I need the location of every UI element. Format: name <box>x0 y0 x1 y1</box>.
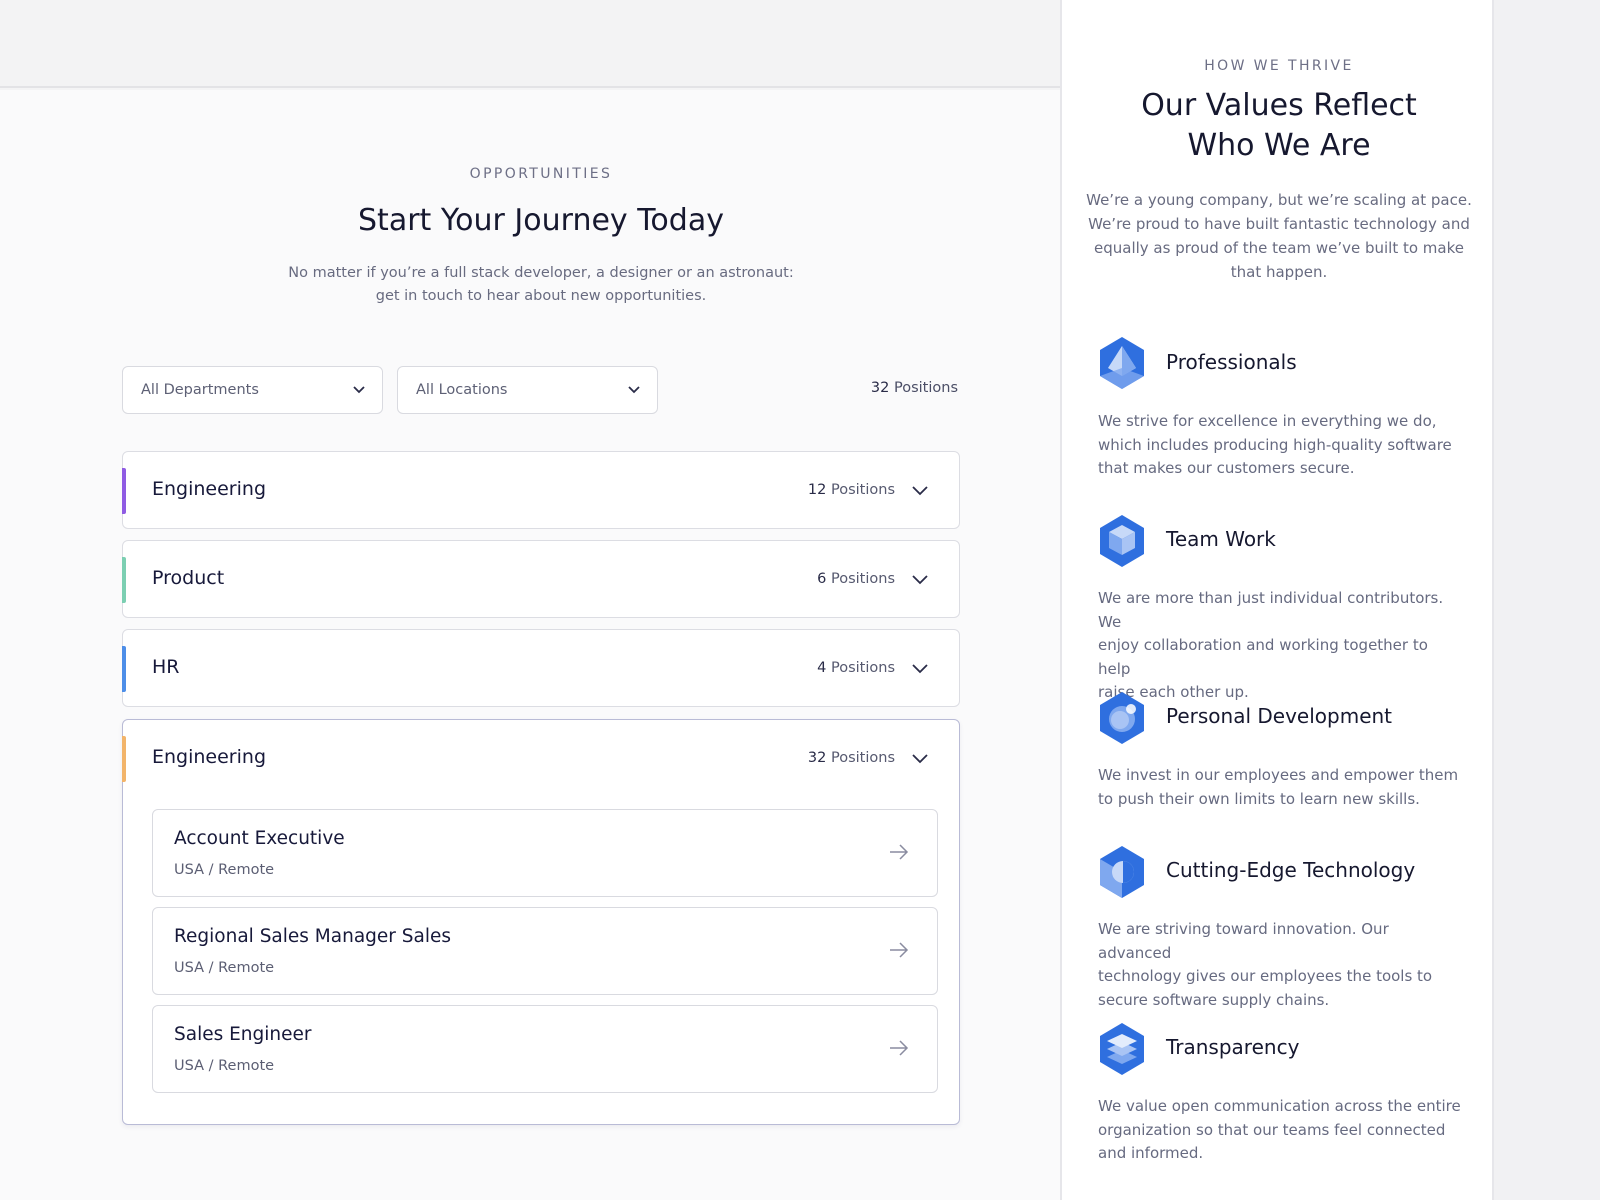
subtitle-line: get in touch to hear about new opportuni… <box>375 288 707 304</box>
cube-hex-icon <box>1100 515 1144 567</box>
chevron-down-icon <box>353 386 365 394</box>
department-accent-bar <box>121 557 126 603</box>
value-description: We strive for excellence in everything w… <box>1098 410 1464 481</box>
department-count: 32 Positions <box>808 750 895 766</box>
value-line: that makes our customers secure. <box>1098 459 1355 477</box>
arrow-right-icon[interactable] <box>889 1040 909 1056</box>
intro-line: We’re proud to have built fantastic tech… <box>1088 215 1470 233</box>
count-number: 6 <box>817 571 827 587</box>
department-count: 12 Positions <box>808 482 895 498</box>
subtitle-line: No matter if you’re a full stack develop… <box>288 265 794 281</box>
value-line: and informed. <box>1098 1144 1204 1162</box>
intro-line: that happen. <box>1230 263 1328 281</box>
values-intro: We’re a young company, but we’re scaling… <box>1079 188 1479 284</box>
department-select[interactable]: All Departments <box>122 366 383 414</box>
department-count: 6 Positions <box>817 571 895 587</box>
value-line: enjoy collaboration and working together… <box>1098 636 1428 678</box>
count-label: Positions <box>830 571 895 587</box>
value-line: technology gives our employees the tools… <box>1098 967 1433 985</box>
count-label: Positions <box>830 482 895 498</box>
value-line: raise each other up. <box>1098 683 1249 701</box>
intro-line: equally as proud of the team we’ve built… <box>1094 239 1464 257</box>
value-description: We are more than just individual contrib… <box>1098 587 1464 705</box>
count-label: Positions <box>830 660 895 676</box>
chevron-down-icon[interactable] <box>911 572 929 586</box>
department-row-product[interactable]: Product 6 Positions <box>121 540 960 618</box>
department-accent-bar <box>121 468 126 514</box>
count-number: 12 <box>807 482 827 498</box>
total-positions-count: 32 <box>870 380 890 396</box>
value-line: We are striving toward innovation. Our a… <box>1098 920 1389 962</box>
department-row-engineering[interactable]: Engineering 12 Positions <box>121 451 960 529</box>
location-select[interactable]: All Locations <box>397 366 658 414</box>
layers-hex-icon <box>1100 1023 1144 1075</box>
total-positions: 32 Positions <box>871 380 958 396</box>
value-line: We strive for excellence in everything w… <box>1098 412 1437 430</box>
value-line: organization so that our teams feel conn… <box>1098 1120 1446 1139</box>
value-line: We value open communication across the e… <box>1098 1097 1461 1115</box>
opportunities-subtitle: No matter if you’re a full stack develop… <box>241 262 841 308</box>
values-eyebrow: HOW WE THRIVE <box>1204 58 1354 74</box>
department-select-value: All Departments <box>141 382 259 398</box>
values-title-line: Who We Are <box>1187 128 1371 163</box>
value-title: Cutting-Edge Technology <box>1166 858 1416 882</box>
location-select-value: All Locations <box>416 382 508 398</box>
department-count: 4 Positions <box>817 660 895 676</box>
value-line: to push their own limits to learn new sk… <box>1098 789 1420 808</box>
value-title: Professionals <box>1166 350 1297 374</box>
count-number: 32 <box>807 750 827 766</box>
arrow-right-icon[interactable] <box>889 844 909 860</box>
job-location: USA / Remote <box>174 960 275 976</box>
chevron-down-icon[interactable] <box>911 751 929 765</box>
values-panel: HOW WE THRIVE Our Values Reflect Who We … <box>1060 0 1494 1200</box>
department-name: Engineering <box>152 478 266 500</box>
values-title-line: Our Values Reflect <box>1141 88 1417 123</box>
job-title: Account Executive <box>174 828 345 849</box>
value-description: We are striving toward innovation. Our a… <box>1098 918 1464 1012</box>
opportunities-title: Start Your Journey Today <box>358 203 724 238</box>
department-row-hr[interactable]: HR 4 Positions <box>121 629 960 707</box>
value-line: We are more than just individual contrib… <box>1098 589 1444 631</box>
moon-hex-icon <box>1100 846 1144 898</box>
job-card[interactable]: Account Executive USA / Remote <box>152 809 938 897</box>
total-positions-label: Positions <box>893 380 958 396</box>
value-line: secure software supply chains. <box>1098 990 1330 1009</box>
pyramid-hex-icon <box>1100 337 1144 389</box>
opportunities-eyebrow: OPPORTUNITIES <box>469 166 613 182</box>
department-expanded-engineering: Engineering 32 Positions Account Executi… <box>121 719 960 1125</box>
intro-line: We’re a young company, but we’re scaling… <box>1086 191 1472 209</box>
job-title: Sales Engineer <box>174 1024 312 1045</box>
department-accent-bar <box>121 646 126 692</box>
value-line: We invest in our employees and empower t… <box>1098 766 1459 784</box>
job-card[interactable]: Sales Engineer USA / Remote <box>152 1005 938 1093</box>
values-title: Our Values Reflect Who We Are <box>1079 86 1479 166</box>
department-accent-bar <box>121 736 126 782</box>
chevron-down-icon <box>628 386 640 394</box>
value-description: We value open communication across the e… <box>1098 1095 1464 1166</box>
chevron-down-icon[interactable] <box>911 483 929 497</box>
job-location: USA / Remote <box>174 862 275 878</box>
count-number: 4 <box>817 660 827 676</box>
value-title: Transparency <box>1166 1035 1300 1059</box>
job-title: Regional Sales Manager Sales <box>174 926 452 947</box>
department-name: Product <box>152 567 225 589</box>
department-name: Engineering <box>152 746 266 768</box>
job-card[interactable]: Regional Sales Manager Sales USA / Remot… <box>152 907 938 995</box>
department-expanded-header[interactable]: Engineering 32 Positions <box>121 720 959 798</box>
value-line: which includes producing high-quality so… <box>1098 435 1452 454</box>
value-title: Team Work <box>1166 527 1276 551</box>
department-name: HR <box>152 656 180 678</box>
job-location: USA / Remote <box>174 1058 275 1074</box>
value-description: We invest in our employees and empower t… <box>1098 764 1464 811</box>
arrow-right-icon[interactable] <box>889 942 909 958</box>
chevron-down-icon[interactable] <box>911 661 929 675</box>
count-label: Positions <box>830 750 895 766</box>
value-title: Personal Development <box>1166 704 1393 728</box>
top-bar <box>0 0 1060 88</box>
orbit-hex-icon <box>1100 692 1144 744</box>
